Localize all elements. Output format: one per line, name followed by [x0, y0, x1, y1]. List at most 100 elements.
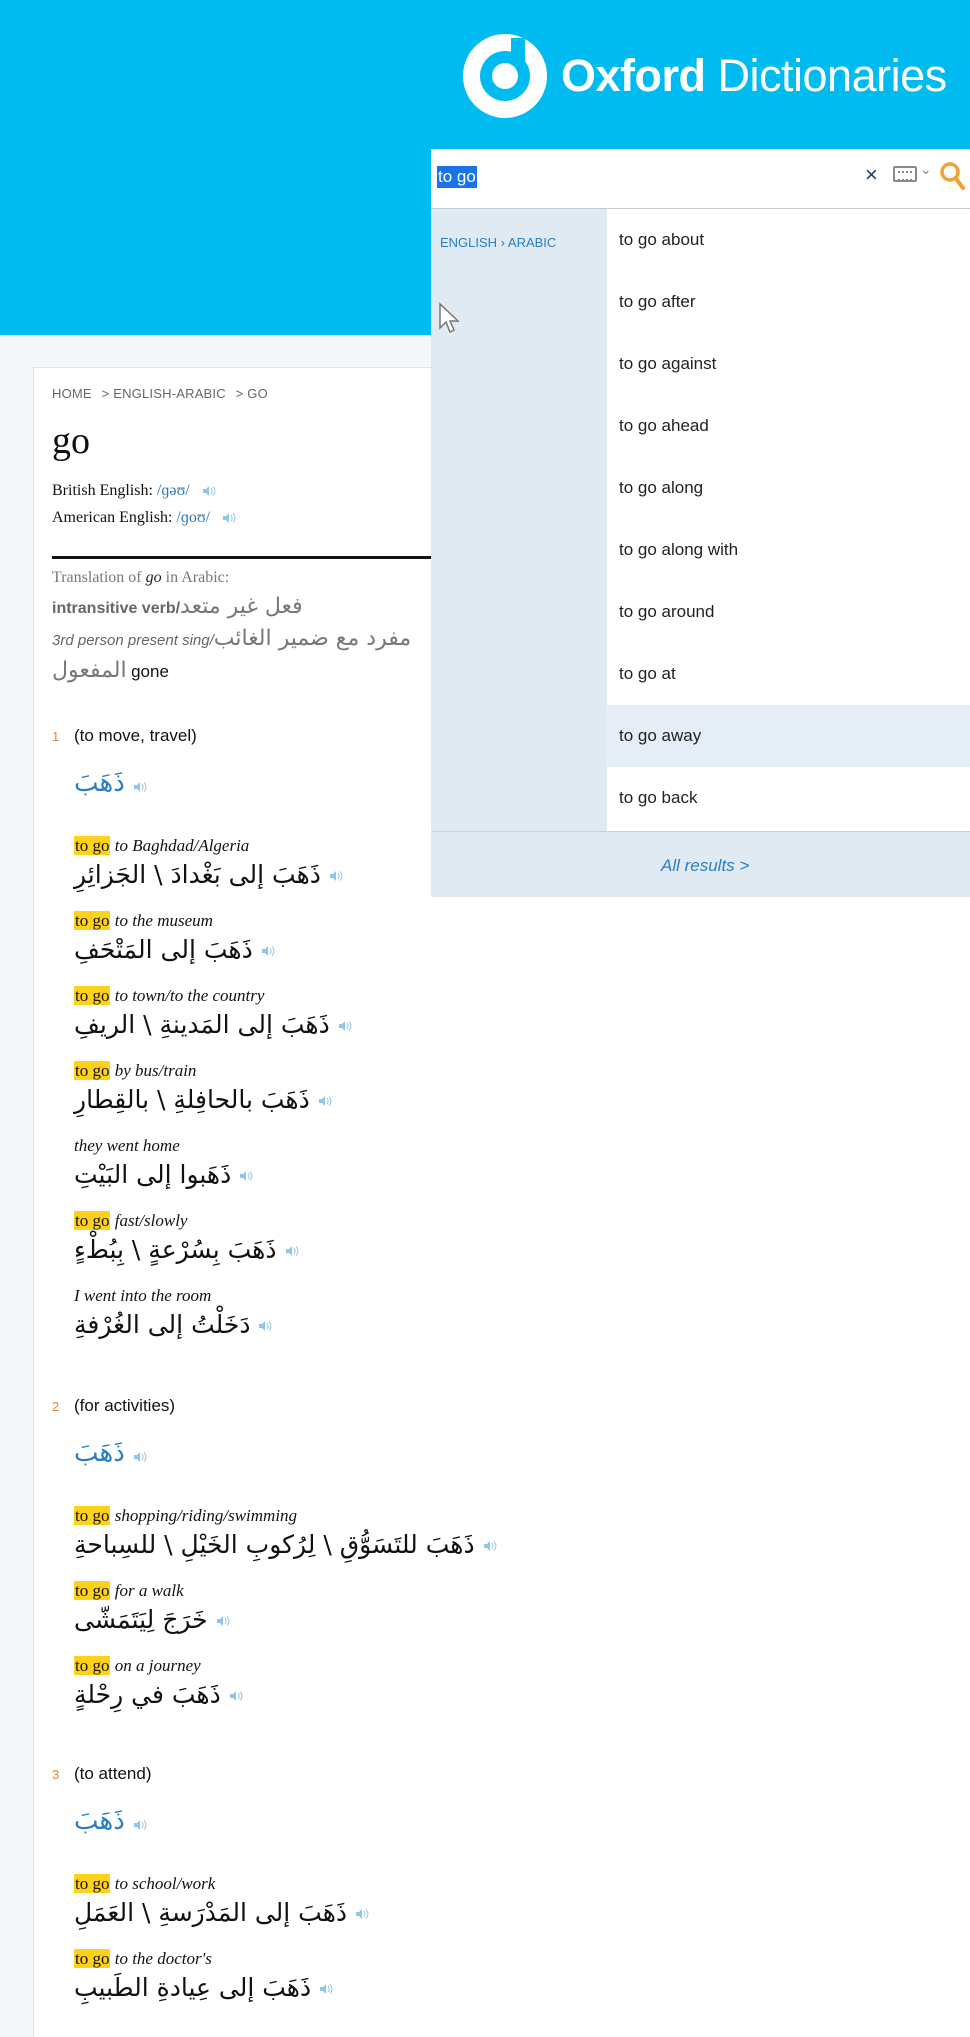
suggestion-item[interactable]: to go along: [607, 457, 970, 519]
sense-translation: ذَهَبَ: [74, 1806, 125, 1836]
suggestion-item[interactable]: to go away: [607, 705, 970, 767]
translation-suffix: in Arabic:: [161, 569, 230, 586]
logo-text: Oxford Dictionaries: [561, 50, 947, 102]
divider: [52, 556, 462, 559]
speaker-icon[interactable]: [329, 870, 343, 882]
highlighted-headword: to go: [74, 911, 111, 930]
example-arabic: ذَهَبَ بالحافِلةِ \ بالقِطارِ: [74, 1085, 310, 1114]
grammar-line-1: intransitive verb/فعل غير متعد: [52, 594, 303, 619]
grammar-label: 3rd person present sing/: [52, 632, 214, 649]
highlighted-headword: to go: [74, 1061, 111, 1080]
highlighted-headword: to go: [74, 1211, 111, 1230]
example-arabic: خَرَجَ لِيَتَمَشّى: [74, 1605, 208, 1634]
chevron-down-icon[interactable]: ⌄: [920, 161, 932, 178]
speaker-icon[interactable]: [355, 1908, 369, 1920]
grammar-arabic: المفعول: [52, 658, 127, 683]
pronunciation-american: American English: /ɡoʊ/: [52, 509, 236, 527]
suggestion-item[interactable]: to go along with: [607, 519, 970, 581]
example-translation: خَرَجَ لِيَتَمَشّى: [74, 1605, 230, 1634]
speaker-icon[interactable]: [229, 1690, 243, 1702]
speaker-icon[interactable]: [239, 1170, 253, 1182]
search-input[interactable]: to go: [437, 166, 477, 188]
sense-label: (to attend): [74, 1764, 152, 1783]
example-phrase: I went into the room: [74, 1286, 211, 1306]
highlighted-headword: to go: [74, 986, 111, 1005]
grammar-label: intransitive verb/: [52, 600, 181, 617]
search-autocomplete: to go × ⌄ ENGLISH › ARABIC to go about to…: [431, 149, 970, 897]
clear-icon[interactable]: ×: [865, 162, 878, 188]
speaker-icon[interactable]: [222, 512, 236, 524]
search-icon[interactable]: [939, 161, 965, 191]
example-translation: ذَهَبَ إلى بَغْدادَ \ الجَزائِرِ: [74, 860, 343, 889]
speaker-icon[interactable]: [202, 485, 216, 497]
logo-bold: Oxford: [561, 50, 706, 101]
example-arabic: ذَهَبَ في رِحْلةٍ: [74, 1680, 221, 1709]
example-translation: ذَهَبَ إلى المَتْحَفِ: [74, 935, 275, 964]
suggestion-item[interactable]: to go back: [607, 767, 970, 829]
suggestion-item[interactable]: to go about: [607, 209, 970, 271]
suggestion-item[interactable]: to go around: [607, 581, 970, 643]
example-text: to the museum: [114, 911, 213, 930]
example-arabic: ذَهَبوا إلى البَيْتِ: [74, 1160, 232, 1189]
all-results-link[interactable]: All results >: [661, 856, 749, 876]
example-text: by bus/train: [114, 1061, 197, 1080]
speaker-icon[interactable]: [318, 1095, 332, 1107]
search-bar: to go × ⌄: [431, 149, 970, 209]
example-phrase: to go on a journey: [74, 1656, 201, 1676]
example-phrase: to go to the doctor's: [74, 1949, 212, 1969]
speaker-icon[interactable]: [319, 1983, 333, 1995]
headword: go: [52, 420, 90, 462]
suggestion-footer: All results >: [431, 831, 970, 897]
speaker-icon[interactable]: [133, 1451, 147, 1463]
example-text: to town/to the country: [114, 986, 265, 1005]
example-translation: ذَهَبَ في رِحْلةٍ: [74, 1680, 243, 1709]
sense-number: 1: [52, 729, 60, 744]
category-english-arabic[interactable]: ENGLISH › ARABIC: [440, 235, 556, 250]
example-phrase: to go fast/slowly: [74, 1211, 187, 1231]
example-text: I went into the room: [74, 1286, 212, 1305]
speaker-icon[interactable]: [285, 1245, 299, 1257]
suggestion-item[interactable]: to go at: [607, 643, 970, 705]
sense-translation-row: ذَهَبَ: [74, 768, 147, 798]
example-arabic: ذَهَبَ بِسُرْعةٍ \ بِبُطْءٍ: [74, 1235, 277, 1264]
example-translation: دَخَلْتُ إلى الغُرْفةِ: [74, 1310, 272, 1339]
example-arabic: دَخَلْتُ إلى الغُرْفةِ: [74, 1310, 251, 1339]
translation-word: go: [145, 569, 162, 586]
keyboard-icon[interactable]: [893, 166, 917, 182]
suggestion-item[interactable]: to go against: [607, 333, 970, 395]
speaker-icon[interactable]: [258, 1320, 272, 1332]
pron-ipa: /ɡəʊ/: [156, 482, 190, 499]
example-phrase: to go to the museum: [74, 911, 213, 931]
example-translation: ذَهَبَ بالحافِلةِ \ بالقِطارِ: [74, 1085, 332, 1114]
speaker-icon[interactable]: [133, 781, 147, 793]
breadcrumb-go[interactable]: > GO: [236, 386, 268, 401]
breadcrumb-english-arabic[interactable]: > ENGLISH-ARABIC: [102, 386, 226, 401]
example-phrase: to go by bus/train: [74, 1061, 196, 1081]
example-text: they went home: [74, 1136, 180, 1155]
speaker-icon[interactable]: [261, 945, 275, 957]
suggestion-list: to go about to go after to go against to go…: [607, 209, 970, 831]
sense-translation-text: ذَهَبَ: [74, 768, 125, 798]
example-text: to school/work: [114, 1874, 216, 1893]
sense-translation-text: ذَهَبَ: [74, 1438, 125, 1468]
example-text: shopping/riding/swimming: [114, 1506, 298, 1525]
translation-heading: Translation of go in Arabic:: [52, 569, 229, 587]
pron-ipa: /ɡoʊ/: [176, 509, 211, 526]
highlighted-headword: to go: [74, 1874, 111, 1893]
example-phrase: to go to town/to the country: [74, 986, 264, 1006]
speaker-icon[interactable]: [133, 1819, 147, 1831]
example-translation: ذَهَبَ للتَسَوُّقِ \ لِرُكوبِ الخَيْلِ \…: [74, 1530, 497, 1559]
suggestion-item[interactable]: to go after: [607, 271, 970, 333]
example-translation: ذَهَبَ إلى المَدْرَسةِ \ العَمَلِ: [74, 1898, 369, 1927]
example-text: fast/slowly: [114, 1211, 188, 1230]
speaker-icon[interactable]: [338, 1020, 352, 1032]
sense-translation: ذَهَبَ: [74, 768, 125, 798]
example-arabic: ذَهَبَ إلى عِيادةِ الطَبيبِ: [74, 1973, 312, 2002]
oxford-logo[interactable]: Oxford Dictionaries: [463, 34, 947, 118]
speaker-icon[interactable]: [216, 1615, 230, 1627]
breadcrumb-home[interactable]: HOME: [52, 386, 92, 401]
suggestion-item[interactable]: to go ahead: [607, 395, 970, 457]
highlighted-headword: to go: [74, 1949, 111, 1968]
speaker-icon[interactable]: [483, 1540, 497, 1552]
breadcrumb: HOME > ENGLISH-ARABIC > GO: [52, 386, 274, 401]
